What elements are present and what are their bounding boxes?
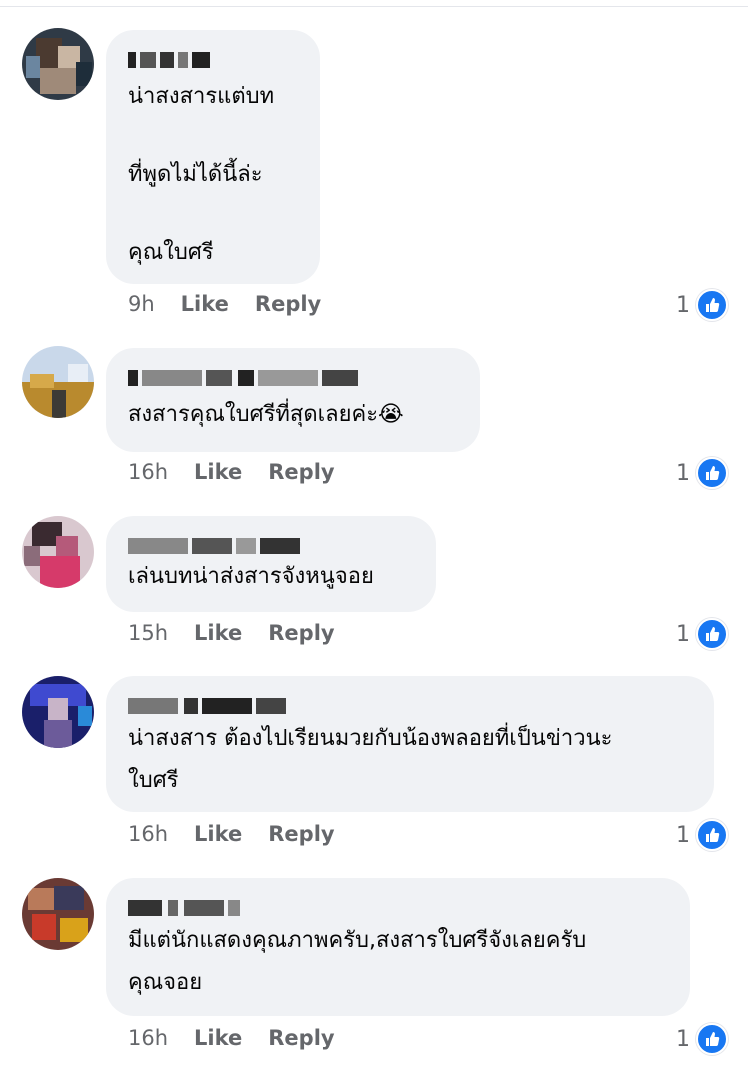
comment-timestamp[interactable]: 16h	[128, 460, 168, 484]
comment-text: น่าสงสารแต่บท	[128, 84, 275, 109]
comment-actions: 16h Like Reply	[128, 1026, 361, 1050]
commenter-name-redacted[interactable]	[128, 694, 692, 716]
commenter-name-redacted[interactable]	[128, 366, 458, 388]
comment-bubble: สงสารคุณใบศรีที่สุดเลยค่ะ😭	[106, 348, 480, 452]
thumbs-up-icon	[696, 618, 728, 650]
reply-button[interactable]: Reply	[268, 621, 334, 645]
comment-text: คุณจอย	[128, 970, 203, 995]
reaction-count: 1	[676, 460, 690, 486]
comment-timestamp[interactable]: 9h	[128, 292, 155, 316]
comment-text: สงสารคุณใบศรีที่สุดเลยค่ะ😭	[128, 402, 404, 427]
comment-text: เล่นบทน่าส่งสารจังหนูจอย	[128, 564, 374, 589]
comment-bubble: น่าสงสารแต่บท ที่พูดไม่ได้นี้ล่ะ คุณใบศร…	[106, 30, 320, 284]
reaction-count: 1	[676, 1026, 690, 1052]
reaction-summary[interactable]: 1	[676, 819, 728, 851]
comment-actions: 16h Like Reply	[128, 460, 361, 484]
comment-bubble: เล่นบทน่าส่งสารจังหนูจอย	[106, 516, 436, 612]
comment-text: ใบศรี	[128, 768, 179, 793]
reaction-count: 1	[676, 292, 690, 318]
comment-actions: 15h Like Reply	[128, 621, 361, 645]
comment-bubble: น่าสงสาร ต้องไปเรียนมวยกับน้องพลอยที่เป็…	[106, 676, 714, 812]
thumbs-up-icon	[696, 1023, 728, 1055]
commenter-name-redacted[interactable]	[128, 48, 298, 70]
reaction-summary[interactable]: 1	[676, 618, 728, 650]
like-button[interactable]: Like	[194, 1026, 242, 1050]
reply-button[interactable]: Reply	[268, 1026, 334, 1050]
reply-button[interactable]: Reply	[268, 460, 334, 484]
comment-text: มีแต่นักแสดงคุณภาพครับ,สงสารใบศรีจังเลยค…	[128, 928, 587, 953]
commenter-name-redacted[interactable]	[128, 896, 668, 918]
comment-text: คุณใบศรี	[128, 240, 214, 265]
comment-text: น่าสงสาร ต้องไปเรียนมวยกับน้องพลอยที่เป็…	[128, 726, 613, 751]
thumbs-up-icon	[696, 819, 728, 851]
like-button[interactable]: Like	[181, 292, 229, 316]
comment-actions: 9h Like Reply	[128, 292, 347, 316]
like-button[interactable]: Like	[194, 621, 242, 645]
avatar[interactable]	[22, 28, 94, 100]
like-button[interactable]: Like	[194, 822, 242, 846]
commenter-name-redacted[interactable]	[128, 534, 414, 556]
reply-button[interactable]: Reply	[268, 822, 334, 846]
reaction-summary[interactable]: 1	[676, 1023, 728, 1055]
reaction-summary[interactable]: 1	[676, 289, 728, 321]
comment-actions: 16h Like Reply	[128, 822, 361, 846]
avatar[interactable]	[22, 516, 94, 588]
comment-timestamp[interactable]: 15h	[128, 621, 168, 645]
avatar[interactable]	[22, 676, 94, 748]
comment-timestamp[interactable]: 16h	[128, 1026, 168, 1050]
reaction-summary[interactable]: 1	[676, 457, 728, 489]
avatar[interactable]	[22, 878, 94, 950]
reaction-count: 1	[676, 621, 690, 647]
comment-timestamp[interactable]: 16h	[128, 822, 168, 846]
thumbs-up-icon	[696, 457, 728, 489]
comment-text: ที่พูดไม่ได้นี้ล่ะ	[128, 162, 263, 187]
reply-button[interactable]: Reply	[255, 292, 321, 316]
thumbs-up-icon	[696, 289, 728, 321]
comment-bubble: มีแต่นักแสดงคุณภาพครับ,สงสารใบศรีจังเลยค…	[106, 878, 690, 1016]
avatar[interactable]	[22, 346, 94, 418]
like-button[interactable]: Like	[194, 460, 242, 484]
top-divider	[0, 6, 748, 7]
reaction-count: 1	[676, 822, 690, 848]
